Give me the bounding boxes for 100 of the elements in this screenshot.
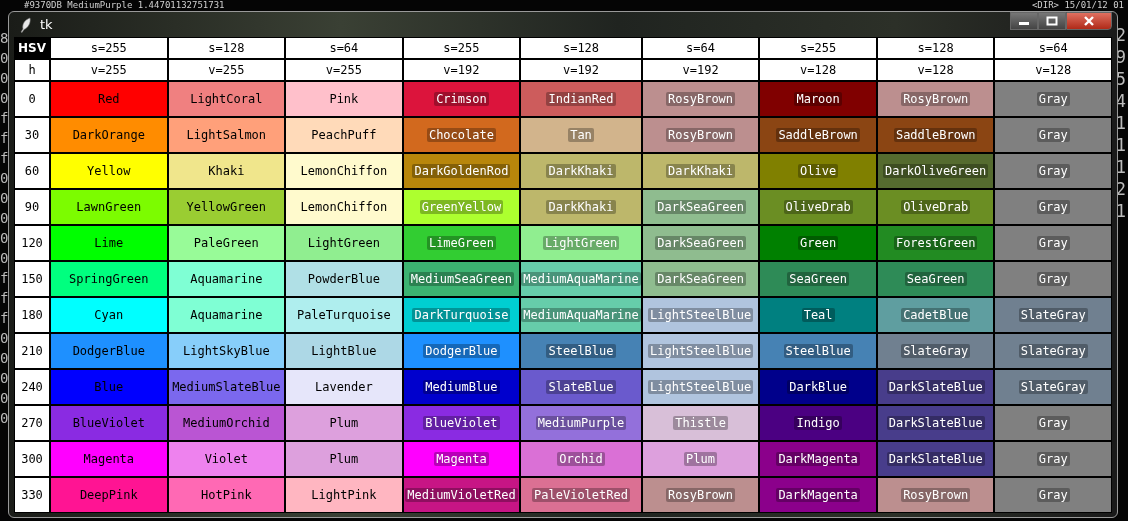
table-header-cell: v=255 <box>51 60 167 80</box>
color-swatch-cell: SteelBlue <box>521 334 641 368</box>
color-swatch-cell: DarkMagenta <box>760 442 876 476</box>
color-swatch-cell: Tan <box>521 118 641 152</box>
terminal-character: 0 <box>0 89 9 108</box>
color-swatch-cell: LightGreen <box>286 226 402 260</box>
color-swatch-cell: Green <box>760 226 876 260</box>
hue-cell: 210 <box>15 334 49 368</box>
color-swatch-cell: Yellow <box>51 154 167 188</box>
color-swatch-cell: Plum <box>286 442 402 476</box>
terminal-character: 0 <box>0 389 9 408</box>
hue-cell: 270 <box>15 406 49 440</box>
table-header-cell: s=255 <box>403 38 520 58</box>
color-swatch-cell: LightPink <box>286 478 402 512</box>
color-swatch-cell: PaleTurquoise <box>286 298 402 332</box>
color-swatch-cell: SlateGray <box>995 370 1111 404</box>
hue-cell: 330 <box>15 478 49 512</box>
minimize-button[interactable] <box>1010 12 1038 30</box>
color-swatch-cell: Thistle <box>642 406 759 440</box>
table-header-cell: v=128 <box>995 60 1111 80</box>
color-swatch-cell: SaddleBrown <box>877 118 994 152</box>
color-swatch-cell: IndianRed <box>521 82 641 116</box>
close-button[interactable] <box>1066 12 1112 30</box>
color-swatch-cell: DarkTurquoise <box>403 298 520 332</box>
color-swatch-cell: LightCoral <box>168 82 285 116</box>
terminal-character: f <box>0 129 9 148</box>
color-swatch-cell: DarkOliveGreen <box>877 154 994 188</box>
color-swatch-cell: YellowGreen <box>168 190 285 224</box>
feather-icon <box>20 16 32 33</box>
color-swatch-cell: DarkKhaki <box>642 154 759 188</box>
color-swatch-cell: PaleGreen <box>168 226 285 260</box>
color-swatch-cell: SlateBlue <box>521 370 641 404</box>
color-swatch-cell: PowderBlue <box>286 262 402 296</box>
table-header-cell: s=128 <box>521 38 641 58</box>
close-icon <box>1083 16 1095 26</box>
color-swatch-cell: MediumSlateBlue <box>168 370 285 404</box>
color-swatch-cell: RosyBrown <box>642 82 759 116</box>
color-swatch-cell: Plum <box>286 406 402 440</box>
color-swatch-cell: SeaGreen <box>877 262 994 296</box>
terminal-character: 0 <box>0 169 9 188</box>
color-swatch-cell: MediumPurple <box>521 406 641 440</box>
color-swatch-cell: Gray <box>995 442 1111 476</box>
color-swatch-cell: Gray <box>995 478 1111 512</box>
color-swatch-cell: DarkBlue <box>760 370 876 404</box>
hue-cell: 300 <box>15 442 49 476</box>
color-swatch-cell: LightSteelBlue <box>642 370 759 404</box>
color-swatch-cell: SlateGray <box>995 334 1111 368</box>
hue-cell: 30 <box>15 118 49 152</box>
color-swatch-cell: MediumBlue <box>403 370 520 404</box>
color-swatch-cell: DodgerBlue <box>51 334 167 368</box>
terminal-character: 0 <box>0 369 9 388</box>
color-swatch-cell: LightSkyBlue <box>168 334 285 368</box>
terminal-character: 0 <box>0 189 9 208</box>
hue-cell: 0 <box>15 82 49 116</box>
color-swatch-cell: CadetBlue <box>877 298 994 332</box>
color-swatch-cell: PaleVioletRed <box>521 478 641 512</box>
color-swatch-cell: LimeGreen <box>403 226 520 260</box>
color-swatch-cell: Gray <box>995 406 1111 440</box>
color-swatch-cell: DeepPink <box>51 478 167 512</box>
terminal-character: 0 <box>0 209 9 228</box>
color-swatch-cell: Violet <box>168 442 285 476</box>
color-swatch-cell: Indigo <box>760 406 876 440</box>
color-swatch-cell: PeachPuff <box>286 118 402 152</box>
terminal-character: f <box>0 269 9 288</box>
terminal-character: 0 <box>0 409 9 428</box>
color-swatch-cell: LightSalmon <box>168 118 285 152</box>
table-header-cell: v=192 <box>521 60 641 80</box>
color-swatch-cell: ForestGreen <box>877 226 994 260</box>
color-swatch-cell: BlueViolet <box>403 406 520 440</box>
window-title: tk <box>40 17 53 32</box>
color-swatch-cell: Teal <box>760 298 876 332</box>
color-swatch-cell: Lavender <box>286 370 402 404</box>
hue-cell: 60 <box>15 154 49 188</box>
terminal-character: 0 <box>0 69 9 88</box>
color-swatch-cell: Red <box>51 82 167 116</box>
color-swatch-cell: DodgerBlue <box>403 334 520 368</box>
maximize-button[interactable] <box>1038 12 1066 30</box>
color-swatch-cell: LawnGreen <box>51 190 167 224</box>
color-swatch-cell: LightGreen <box>521 226 641 260</box>
color-swatch-cell: HotPink <box>168 478 285 512</box>
color-swatch-cell: RosyBrown <box>877 478 994 512</box>
table-header-cell: v=128 <box>877 60 994 80</box>
color-swatch-cell: DarkSeaGreen <box>642 226 759 260</box>
color-swatch-cell: MediumAquaMarine <box>521 298 641 332</box>
terminal-text: #9370DB MediumPurple 1.44701132751731 <box>24 0 225 10</box>
color-swatch-cell: Magenta <box>51 442 167 476</box>
color-swatch-cell: SteelBlue <box>760 334 876 368</box>
color-swatch-cell: SeaGreen <box>760 262 876 296</box>
color-swatch-cell: Gray <box>995 262 1111 296</box>
table-header-cell: s=255 <box>760 38 876 58</box>
color-swatch-cell: Cyan <box>51 298 167 332</box>
color-swatch-cell: DarkOrange <box>51 118 167 152</box>
color-swatch-cell: RosyBrown <box>642 478 759 512</box>
color-swatch-cell: Crimson <box>403 82 520 116</box>
terminal-character: 0 <box>0 229 9 248</box>
hue-cell: 180 <box>15 298 49 332</box>
color-swatch-cell: RosyBrown <box>877 82 994 116</box>
color-swatch-cell: Plum <box>642 442 759 476</box>
color-swatch-cell: Gray <box>995 226 1111 260</box>
hue-cell: 120 <box>15 226 49 260</box>
